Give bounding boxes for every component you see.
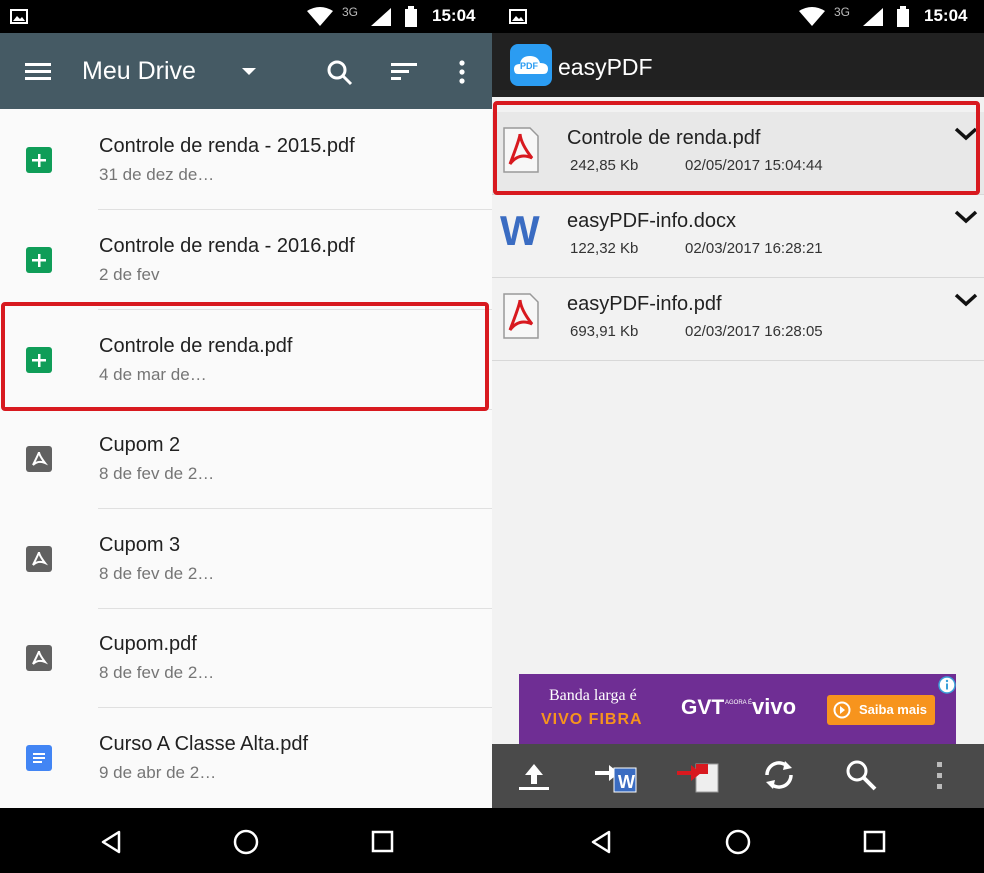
file-date: 2 de fev (99, 265, 160, 284)
ad-cta-label: Saiba mais (859, 702, 927, 717)
battery-icon (897, 6, 909, 27)
svg-text:W: W (500, 211, 540, 251)
recents-icon[interactable] (371, 830, 395, 854)
file-name: Cupom.pdf (99, 633, 197, 655)
ad-brand-gvt: GVT (681, 696, 725, 719)
sheets-icon (26, 247, 52, 273)
file-name: Cupom 2 (99, 434, 181, 456)
list-item[interactable]: Controle de renda - 2015.pdf 31 de dez d… (0, 110, 492, 210)
ad-banner[interactable]: Banda larga é VIVO FIBRA GVT AGORA É viv… (519, 674, 956, 744)
file-size: 693,91 Kb (570, 323, 639, 340)
clock: 15:04 (924, 6, 968, 25)
search-icon[interactable] (844, 758, 878, 792)
file-name: Curso A Classe Alta.pdf (99, 733, 309, 755)
pdf-icon (26, 645, 52, 671)
convert-to-pdf-icon[interactable] (674, 758, 720, 794)
image-notification-icon (10, 9, 28, 24)
list-item[interactable]: Curso A Classe Alta.pdf 9 de abr de 2… (0, 708, 492, 808)
file-size: 122,32 Kb (570, 240, 639, 257)
wifi-icon (799, 7, 825, 26)
acrobat-icon (503, 293, 539, 339)
list-item[interactable]: Controle de renda - 2016.pdf 2 de fev (0, 210, 492, 310)
easypdf-logo-icon: PDF (510, 44, 552, 86)
file-date: 8 de fev de 2… (99, 464, 215, 483)
menu-icon[interactable] (25, 62, 53, 82)
sort-icon[interactable] (391, 62, 419, 82)
list-item[interactable]: W easyPDF-info.docx 122,32 Kb 02/03/2017… (492, 195, 984, 278)
list-item[interactable]: easyPDF-info.pdf 693,91 Kb 02/03/2017 16… (492, 278, 984, 361)
file-name: easyPDF-info.docx (567, 210, 736, 232)
docs-icon (26, 745, 52, 771)
file-date: 02/03/2017 16:28:21 (685, 240, 823, 257)
image-notification-icon (509, 9, 527, 24)
pdf-icon (26, 446, 52, 472)
back-icon[interactable] (590, 830, 612, 854)
file-name: Controle de renda - 2015.pdf (99, 135, 355, 157)
convert-to-word-icon[interactable]: W (592, 758, 638, 794)
refresh-icon[interactable] (762, 758, 796, 792)
home-icon[interactable] (725, 829, 751, 855)
network-type: 3G (342, 5, 359, 19)
page-title[interactable]: Meu Drive (82, 57, 196, 86)
ad-brand-vivo: vivo (752, 694, 797, 719)
nav-bar (492, 808, 984, 873)
play-circle-icon (833, 701, 851, 719)
file-name: Controle de renda - 2016.pdf (99, 235, 355, 257)
clock: 15:04 (432, 6, 476, 25)
chevron-down-icon[interactable] (240, 66, 258, 78)
ad-info-icon[interactable] (938, 676, 956, 694)
status-bar: 3G 15:04 (0, 0, 492, 33)
nav-bar (0, 808, 492, 873)
upload-icon[interactable] (517, 762, 551, 792)
ad-line1: Banda larga é (549, 687, 637, 704)
chevron-down-icon[interactable] (954, 209, 978, 225)
file-date: 8 de fev de 2… (99, 564, 215, 583)
list-item[interactable]: Cupom 2 8 de fev de 2… (0, 409, 492, 509)
file-date: 8 de fev de 2… (99, 663, 215, 682)
app-title: easyPDF (558, 54, 653, 80)
file-date: 31 de dez de… (99, 165, 215, 184)
file-date: 02/03/2017 16:28:05 (685, 323, 823, 340)
signal-icon (863, 8, 883, 26)
ad-cta-button[interactable]: Saiba mais (827, 695, 935, 725)
more-vert-icon[interactable] (457, 59, 467, 85)
status-bar: 3G 15:04 (492, 0, 984, 33)
ad-brand-small: AGORA É (725, 700, 753, 706)
ad-line2: VIVO FIBRA (541, 711, 643, 728)
network-type: 3G (834, 5, 851, 19)
highlight-box (1, 302, 489, 411)
sheets-icon (26, 147, 52, 173)
file-name: easyPDF-info.pdf (567, 293, 722, 315)
bottom-toolbar: W (492, 744, 984, 808)
more-vert-icon[interactable] (936, 760, 944, 792)
home-icon[interactable] (233, 829, 259, 855)
back-icon[interactable] (100, 830, 122, 854)
word-icon: W (500, 211, 540, 251)
drive-screen: 3G 15:04 Meu Drive Controle de renda - 2… (0, 0, 492, 873)
battery-icon (405, 6, 417, 27)
highlight-box (493, 101, 980, 195)
easypdf-screen: 3G 15:04 PDF easyPDF Controle de renda.p… (492, 0, 984, 873)
list-item[interactable]: Cupom.pdf 8 de fev de 2… (0, 608, 492, 708)
logo-text: PDF (520, 61, 538, 71)
recents-icon[interactable] (863, 830, 887, 854)
chevron-down-icon[interactable] (954, 292, 978, 308)
search-icon[interactable] (326, 59, 354, 87)
pdf-icon (26, 546, 52, 572)
file-name: Cupom 3 (99, 534, 181, 556)
signal-icon (371, 8, 391, 26)
file-date: 9 de abr de 2… (99, 763, 217, 782)
list-item[interactable]: Cupom 3 8 de fev de 2… (0, 509, 492, 609)
wifi-icon (307, 7, 333, 26)
svg-text:W: W (618, 772, 635, 792)
